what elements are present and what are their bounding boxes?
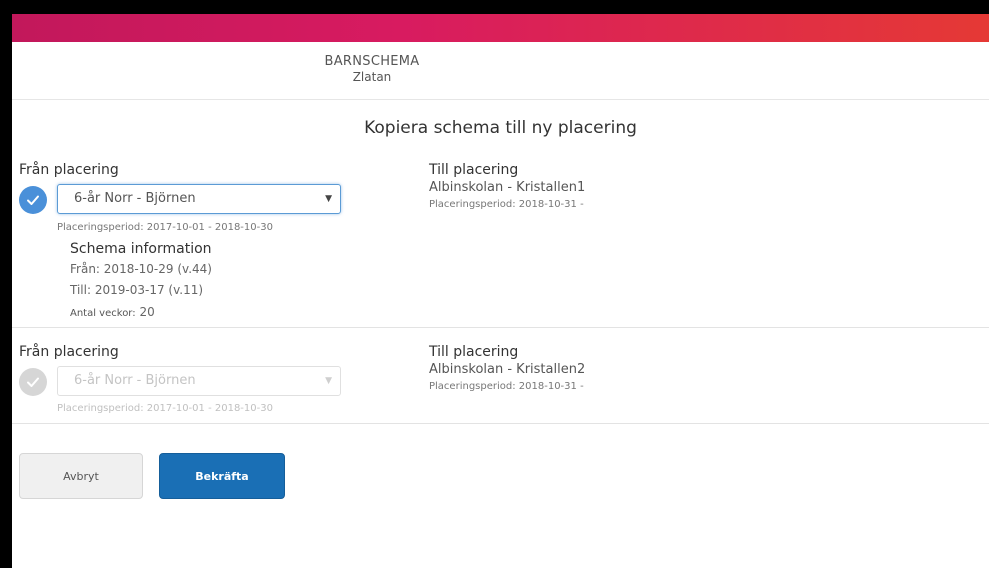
brand-bar: [12, 14, 989, 42]
app-name: BARNSCHEMA: [324, 54, 420, 69]
row-divider: [12, 327, 989, 328]
chevron-down-icon: ▼: [325, 194, 332, 204]
child-name: Zlatan: [352, 70, 392, 84]
schema-from-label: Från:: [70, 262, 100, 276]
schema-weeks-label: Antal veckor:: [70, 308, 136, 319]
from-placement-label: Från placering: [19, 162, 119, 178]
schema-info-title: Schema information: [70, 241, 212, 257]
check-icon: [27, 195, 39, 205]
schema-from-value: 2018-10-29 (v.44): [103, 262, 212, 276]
schema-to-value: 2019-03-17 (v.11): [94, 283, 204, 297]
from-placement-value: 6-år Norr - Björnen: [74, 373, 196, 388]
confirm-button[interactable]: Bekräfta: [159, 453, 285, 499]
window-frame-left: [0, 0, 12, 568]
from-placement-period: Placeringsperiod: 2017-10-01 - 2018-10-3…: [57, 403, 273, 414]
select-row-checkbox[interactable]: [19, 368, 47, 396]
row-divider: [12, 423, 989, 424]
chevron-down-icon: ▼: [325, 376, 332, 386]
select-row-checkbox[interactable]: [19, 186, 47, 214]
from-placement-select[interactable]: 6-år Norr - Björnen ▼: [57, 366, 341, 396]
to-placement-value: Albinskolan - Kristallen1: [429, 180, 586, 195]
schema-to-label: Till:: [70, 283, 92, 297]
cancel-button[interactable]: Avbryt: [19, 453, 143, 499]
window-frame-top: [0, 0, 989, 14]
from-placement-select[interactable]: 6-år Norr - Björnen ▼: [57, 184, 341, 214]
to-placement-label: Till placering: [429, 162, 519, 178]
schema-from: Från: 2018-10-29 (v.44): [70, 262, 212, 276]
app-header: BARNSCHEMA Zlatan: [12, 42, 989, 100]
to-placement-value: Albinskolan - Kristallen2: [429, 362, 586, 377]
to-placement-label: Till placering: [429, 344, 519, 360]
to-placement-period: Placeringsperiod: 2018-10-31 -: [429, 199, 584, 210]
to-placement-period: Placeringsperiod: 2018-10-31 -: [429, 381, 584, 392]
from-placement-value: 6-år Norr - Björnen: [74, 191, 196, 206]
schema-to: Till: 2019-03-17 (v.11): [70, 283, 203, 297]
check-icon: [27, 377, 39, 387]
schema-weeks-value: 20: [139, 305, 155, 319]
schema-weeks: Antal veckor: 20: [70, 305, 155, 319]
from-placement-period: Placeringsperiod: 2017-10-01 - 2018-10-3…: [57, 222, 273, 233]
from-placement-label: Från placering: [19, 344, 119, 360]
page-title: Kopiera schema till ny placering: [364, 118, 637, 138]
